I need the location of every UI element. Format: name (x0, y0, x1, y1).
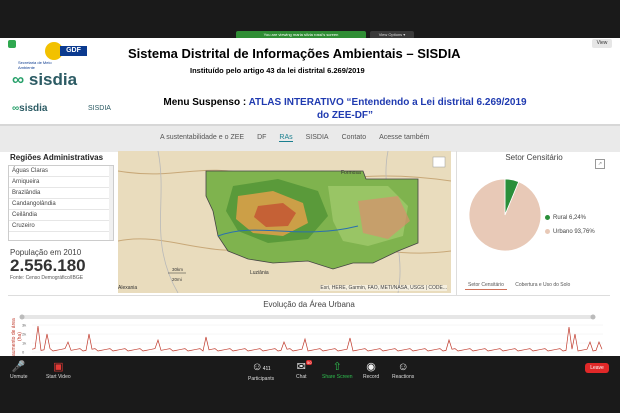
site-nav: A sustentabilidade e o ZEE DF RAs SISDIA Con… (0, 124, 620, 152)
leave-button[interactable]: Leave (585, 363, 609, 373)
map-attribution: Esri, HERE, Garmin, FAO, METI/NASA, USGS… (320, 285, 447, 291)
participant-count: 411 (262, 366, 271, 372)
setor-tabs: Setor Censitário Cobertura e Uso do Solo (465, 281, 577, 290)
svg-text:30km: 30km (172, 267, 183, 272)
map-canvas[interactable]: Formosa Luziânia Alexania 30km 20mi (118, 151, 451, 293)
population-card: População em 2010 2.556.180 Fonte: Censo… (8, 246, 114, 294)
map-place-formosa: Formosa (341, 170, 361, 176)
view-button[interactable]: View (592, 39, 612, 48)
share-screen-button[interactable]: ⇧ Share Screen (322, 361, 353, 380)
start-video-label: Start Video (46, 374, 71, 380)
expand-icon[interactable]: ↗ (595, 159, 605, 169)
nav-item[interactable]: Acesse também (379, 134, 429, 141)
regions-panel: Regiões Administrativas Águas Claras Arni… (8, 151, 114, 246)
chat-label: Chat (296, 374, 307, 380)
site-logo[interactable]: ∞sisdia (12, 103, 48, 114)
menu-value: ATLAS INTERATIVO “Entendendo a Lei distr… (248, 97, 527, 121)
gdf-tag: GDF (60, 46, 87, 56)
slide-subtitle: Instituído pelo artigo 43 da lei distrit… (190, 66, 365, 75)
legend-urbano-label: Urbano 93,76% (553, 229, 595, 236)
region-list-item[interactable]: Cruzeiro (9, 221, 113, 232)
unmute-label: Unmute (10, 374, 28, 380)
region-list-item[interactable]: Arniqueira (9, 177, 113, 188)
legend-rural-label: Rural 6,24% (553, 215, 587, 222)
start-video-button[interactable]: ▣ Start Video (46, 361, 71, 380)
legend-urbano: Urbano 93,76% (545, 229, 595, 235)
sisdia-logo-text: sisdia (28, 70, 78, 89)
nav-item[interactable]: SISDIA (306, 134, 329, 141)
y-tick-label: 3k (22, 323, 26, 328)
reactions-label: Reactions (392, 374, 415, 380)
reactions-button[interactable]: ☺ Reactions (392, 361, 414, 380)
regions-scrollbar[interactable] (109, 166, 113, 240)
chat-icon: ✉ (296, 361, 306, 373)
setor-panel: Setor Censitário ↗ Rural 6,24% Urbano 93… (456, 151, 611, 295)
chat-button[interactable]: ✉ 50 Chat (296, 360, 313, 380)
sisdia-logo-large: ∞ sisdia (12, 70, 77, 90)
slider-handle-right[interactable] (590, 314, 596, 320)
timeline-slider[interactable] (20, 315, 595, 319)
region-list-item[interactable]: Brazlândia (9, 188, 113, 199)
zoom-toolbar: 🎤 Unmute ▣ Start Video ☺411 Participants ✉ 5… (0, 356, 620, 413)
legend-rural: Rural 6,24% (545, 215, 586, 221)
map-place-luziania: Luziânia (250, 270, 269, 276)
population-source: Fonte: Censo Demográfico/IBGE (10, 275, 84, 281)
region-list-item[interactable]: Candangolândia (9, 199, 113, 210)
shared-slide: GDF Secretaria de Meio Ambiente ∞ sisdia… (0, 38, 620, 356)
participants-button[interactable]: ☺411 Participants (248, 361, 274, 382)
participants-icon: ☺411 (251, 361, 271, 373)
regions-heading: Regiões Administrativas (10, 153, 104, 162)
slider-handle-left[interactable] (19, 314, 25, 320)
evolution-heading: Evolução da Área Urbana (263, 300, 355, 309)
gdf-org-label: Secretaria de Meio Ambiente (18, 60, 52, 70)
record-label: Record (363, 374, 380, 380)
y-tick-label: 1k (22, 341, 26, 346)
map-view[interactable]: Formosa Luziânia Alexania 30km 20mi Esri… (118, 151, 451, 293)
region-list-item[interactable]: Ceilândia (9, 210, 113, 221)
evolution-panel: Evolução da Área Urbana aumento de área … (8, 295, 610, 356)
participants-label: Participants (248, 376, 275, 382)
microphone-muted-icon: 🎤 (11, 361, 26, 373)
chat-badge: 50 (306, 360, 313, 365)
reactions-icon: ☺ (397, 361, 409, 373)
tab-cobertura-uso-solo[interactable]: Cobertura e Uso do Solo (512, 281, 573, 290)
region-list-item[interactable]: Águas Claras (9, 166, 113, 177)
svg-text:20mi: 20mi (172, 277, 182, 282)
menu-key: Menu Suspenso : (163, 97, 249, 108)
evolution-chart[interactable]: 3k 2k 1k 0 (8, 312, 610, 356)
menu-caption: Menu Suspenso : ATLAS INTERATIVO “Entend… (160, 96, 530, 122)
unmute-button[interactable]: 🎤 Unmute (10, 361, 28, 380)
y-tick-label: 0 (22, 350, 25, 355)
record-button[interactable]: ◉ Record (363, 361, 379, 380)
evolution-series-line (31, 325, 603, 352)
nav-item[interactable]: RAs (279, 134, 293, 142)
nav-item[interactable]: DF (257, 134, 266, 141)
site-logo-text: sisdia (19, 103, 48, 114)
setor-heading: Setor Censitário (505, 153, 563, 162)
nav-item[interactable]: Contato (342, 134, 367, 141)
sisdia-leaf-icon: ∞ (12, 70, 25, 89)
share-screen-icon: ⇧ (332, 361, 342, 373)
security-shield-icon (8, 40, 16, 48)
y-tick-label: 2k (22, 332, 26, 337)
record-icon: ◉ (366, 361, 376, 373)
zoom-top-bar: You are viewing maria silvia rossi's scr… (0, 0, 620, 39)
share-screen-label: Share Screen (322, 374, 353, 380)
nav-item[interactable]: A sustentabilidade e o ZEE (160, 134, 244, 141)
pie-slice-urbano[interactable] (468, 178, 542, 252)
basemap-toggle-icon[interactable] (432, 156, 446, 168)
map-place-alexania: Alexania (118, 285, 137, 291)
slide-title: Sistema Distrital de Informações Ambient… (128, 46, 461, 61)
setor-pie-chart[interactable] (465, 175, 545, 255)
video-off-icon: ▣ (53, 361, 64, 373)
site-logo-label[interactable]: SISDIA (88, 105, 111, 112)
tab-setor-censitario[interactable]: Setor Censitário (465, 281, 507, 290)
gdf-logo: GDF Secretaria de Meio Ambiente (18, 42, 88, 70)
regions-list[interactable]: Águas Claras Arniqueira Brazlândia Candango… (8, 165, 114, 241)
population-value: 2.556.180 (10, 256, 86, 275)
